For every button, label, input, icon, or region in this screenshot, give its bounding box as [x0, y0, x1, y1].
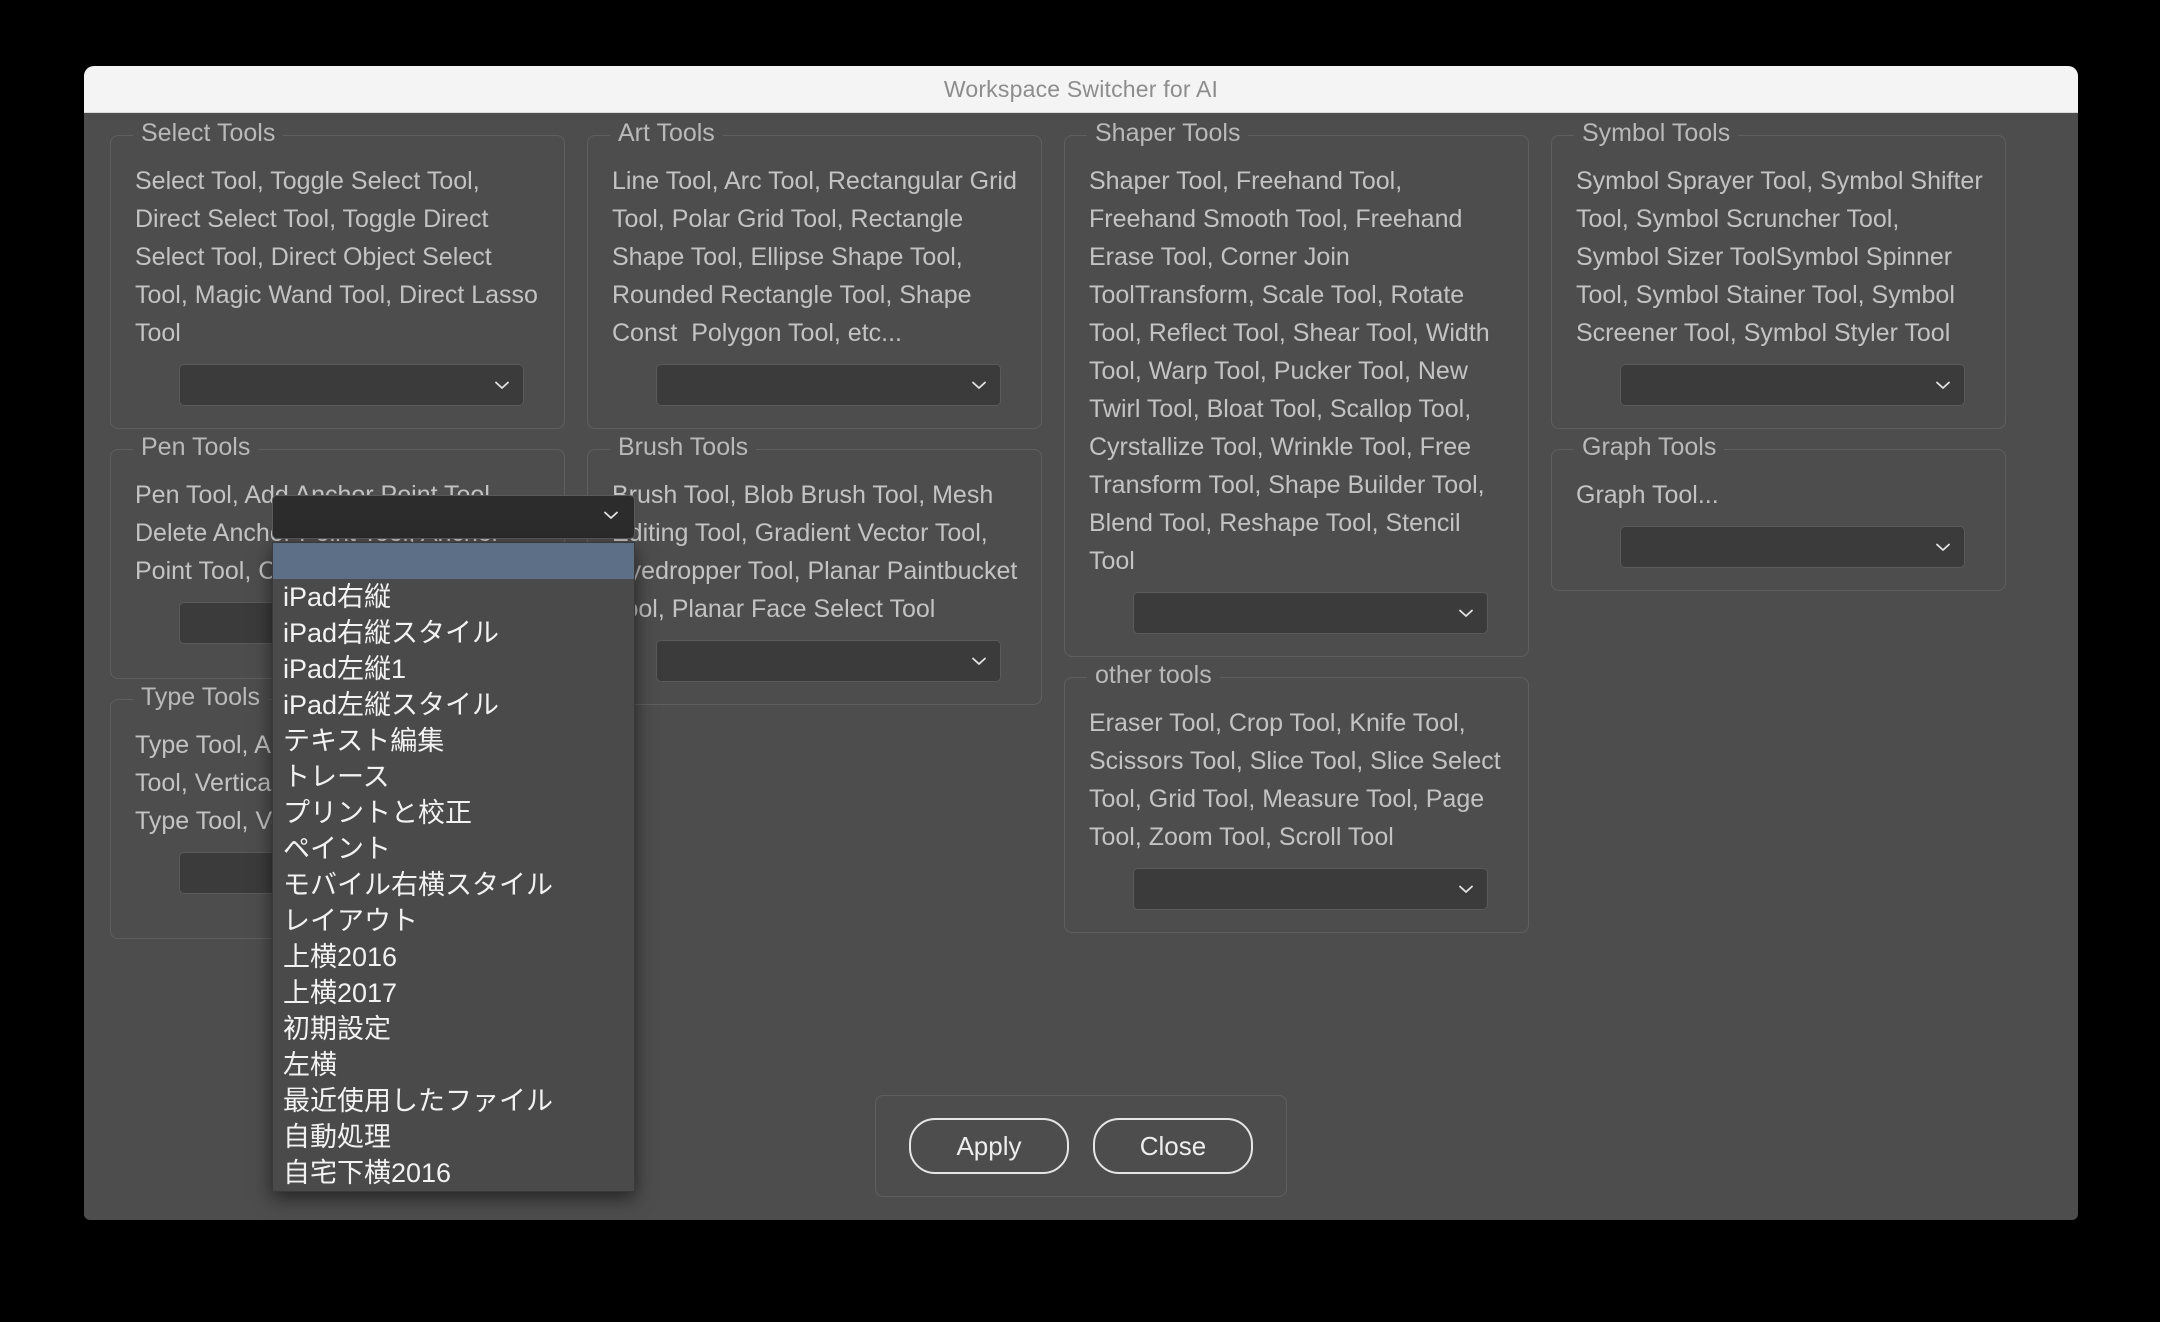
dropdown-option[interactable]: iPad左縦1	[273, 651, 634, 687]
dialog-content: Select Tools Select Tool, Toggle Select …	[84, 113, 2078, 1220]
chevron-down-icon	[602, 506, 620, 529]
group-other-tools: other tools Eraser Tool, Crop Tool, Knif…	[1064, 661, 1529, 933]
workspace-dropdown-open: iPad右縦 iPad右縦スタイル iPad左縦1 iPad左縦スタイル テキスト編集ト…	[272, 495, 635, 1192]
group-graph-tools: Graph Tools Graph Tool...	[1551, 433, 2006, 591]
dropdown-option[interactable]: iPad右縦スタイル	[273, 615, 634, 651]
group-legend-graph-tools: Graph Tools	[1574, 433, 1725, 462]
dropdown-option[interactable]: 自宅下横2016	[273, 1155, 634, 1191]
dropdown-option[interactable]: ペイント	[273, 831, 634, 867]
shaper-tools-workspace-combo[interactable]	[1133, 592, 1488, 634]
dropdown-option[interactable]: プリントと校正	[273, 795, 634, 831]
art-tools-description: Line Tool, Arc Tool, Rectangular Grid To…	[612, 167, 1024, 347]
dialog-titlebar: Workspace Switcher for AI	[84, 66, 2078, 113]
symbol-tools-workspace-combo[interactable]	[1620, 364, 1965, 406]
group-symbol-tools: Symbol Tools Symbol Sprayer Tool, Symbol…	[1551, 119, 2006, 429]
dialog-title: Workspace Switcher for AI	[943, 75, 1219, 102]
group-legend-pen-tools: Pen Tools	[133, 433, 259, 462]
chevron-down-icon	[493, 376, 511, 394]
group-legend-shaper-tools: Shaper Tools	[1087, 119, 1249, 148]
brush-tools-description: Brush Tool, Blob Brush Tool, Mesh Editin…	[612, 481, 1024, 623]
dropdown-option[interactable]: 自動処理	[273, 1119, 634, 1155]
dropdown-option[interactable]: テキスト編集	[273, 723, 634, 759]
brush-tools-workspace-combo[interactable]	[656, 640, 1001, 682]
chevron-down-icon	[1934, 376, 1952, 394]
graph-tools-description: Graph Tool...	[1576, 481, 1719, 509]
dropdown-option[interactable]: トレース	[273, 759, 634, 795]
symbol-tools-description: Symbol Sprayer Tool, Symbol Shifter Tool…	[1576, 167, 1990, 347]
column-three: Shaper Tools Shaper Tool, Freehand Tool,…	[1064, 119, 1529, 933]
graph-tools-workspace-combo[interactable]	[1620, 526, 1965, 568]
workspace-dropdown-list[interactable]: iPad右縦 iPad右縦スタイル iPad左縦1 iPad左縦スタイル テキスト編集ト…	[272, 542, 635, 1192]
group-legend-brush-tools: Brush Tools	[610, 433, 757, 462]
dropdown-option[interactable]	[273, 543, 634, 579]
dropdown-option[interactable]: 初期設定	[273, 1011, 634, 1047]
group-legend-select-tools: Select Tools	[133, 119, 284, 148]
dropdown-option[interactable]: 左横	[273, 1047, 634, 1083]
column-four: Symbol Tools Symbol Sprayer Tool, Symbol…	[1551, 119, 2006, 591]
select-tools-workspace-combo[interactable]	[179, 364, 524, 406]
other-tools-description: Eraser Tool, Crop Tool, Knife Tool, Scis…	[1089, 709, 1508, 851]
dropdown-option[interactable]: 上横2016	[273, 939, 634, 975]
dropdown-option[interactable]: iPad右縦	[273, 579, 634, 615]
group-legend-type-tools: Type Tools	[133, 683, 269, 712]
close-button[interactable]: Close	[1093, 1118, 1253, 1174]
dropdown-option[interactable]: 上横2017	[273, 975, 634, 1011]
workspace-switcher-dialog: Workspace Switcher for AI Select Tools S…	[84, 66, 2078, 1220]
screen: Workspace Switcher for AI Select Tools S…	[0, 0, 2160, 1322]
group-shaper-tools: Shaper Tools Shaper Tool, Freehand Tool,…	[1064, 119, 1529, 657]
workspace-dropdown-button[interactable]	[272, 495, 635, 539]
group-brush-tools: Brush Tools Brush Tool, Blob Brush Tool,…	[587, 433, 1042, 705]
chevron-down-icon	[1457, 604, 1475, 622]
dropdown-option[interactable]: 最近使用したファイル	[273, 1083, 634, 1119]
select-tools-description: Select Tool, Toggle Select Tool, Direct …	[135, 167, 545, 347]
chevron-down-icon	[1934, 538, 1952, 556]
chevron-down-icon	[970, 376, 988, 394]
apply-button[interactable]: Apply	[909, 1118, 1069, 1174]
dropdown-option[interactable]: モバイル右横スタイル	[273, 867, 634, 903]
group-select-tools: Select Tools Select Tool, Toggle Select …	[110, 119, 565, 429]
group-legend-symbol-tools: Symbol Tools	[1574, 119, 1739, 148]
dropdown-option[interactable]: レイアウト	[273, 903, 634, 939]
dialog-button-bar: Apply Close	[875, 1095, 1287, 1197]
dropdown-option[interactable]: iPad左縦スタイル	[273, 687, 634, 723]
chevron-down-icon	[1457, 880, 1475, 898]
chevron-down-icon	[970, 652, 988, 670]
art-tools-workspace-combo[interactable]	[656, 364, 1001, 406]
group-art-tools: Art Tools Line Tool, Arc Tool, Rectangul…	[587, 119, 1042, 429]
group-legend-other-tools: other tools	[1087, 661, 1220, 690]
group-legend-art-tools: Art Tools	[610, 119, 723, 148]
other-tools-workspace-combo[interactable]	[1133, 868, 1488, 910]
column-two: Art Tools Line Tool, Arc Tool, Rectangul…	[587, 119, 1042, 705]
shaper-tools-description: Shaper Tool, Freehand Tool, Freehand Smo…	[1089, 167, 1497, 575]
